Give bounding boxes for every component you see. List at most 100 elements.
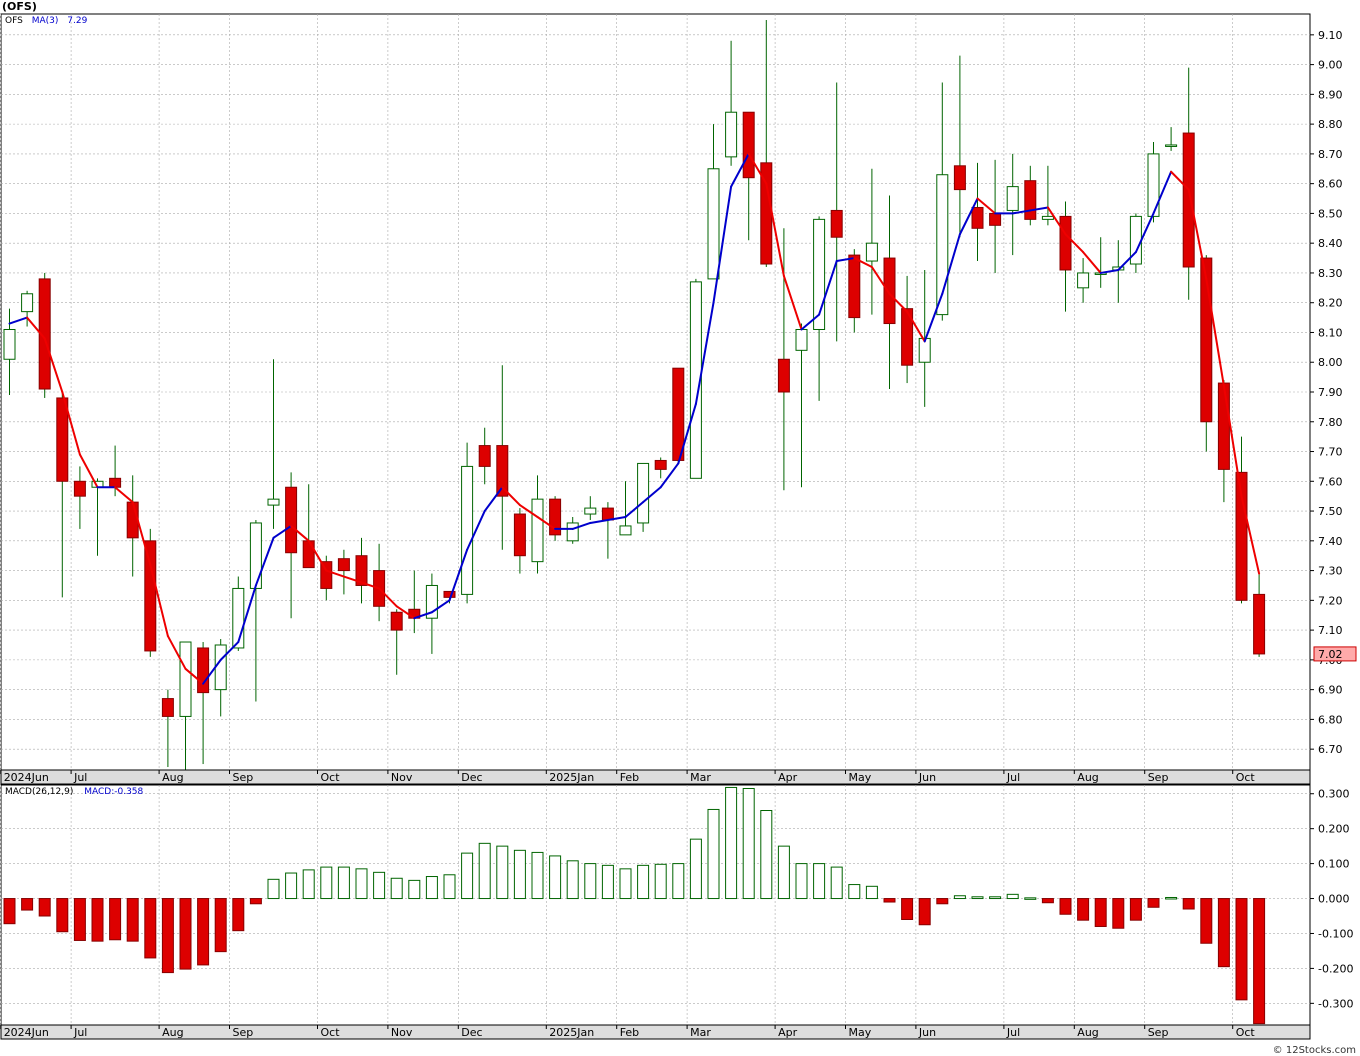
candle-body (461, 465, 474, 595)
price-xtick-label: Nov (391, 771, 413, 784)
macd-bar-negative (109, 898, 122, 941)
macd-xtick-label: Sep (233, 1026, 254, 1039)
price-ytick-label: 7.40 (1318, 535, 1343, 548)
candle-body (566, 522, 579, 542)
candle-body (21, 293, 34, 313)
macd-bar-negative (1235, 898, 1248, 1001)
macd-xtick-label: 2024Jun (4, 1026, 49, 1039)
price-ytick-label: 6.90 (1318, 684, 1343, 697)
candle-body (197, 647, 210, 694)
price-ytick-label: 7.10 (1318, 624, 1343, 637)
price-ytick-label: 8.60 (1318, 178, 1343, 191)
macd-bar-positive (989, 896, 1002, 900)
macd-bar-positive (830, 866, 843, 900)
candle-body (848, 254, 861, 319)
macd-bar-positive (302, 869, 315, 900)
macd-bar-positive (337, 866, 350, 900)
macd-bar-positive (971, 896, 984, 900)
macd-bar-positive (390, 877, 403, 900)
macd-bar-positive (584, 863, 597, 900)
candle-body (865, 242, 878, 262)
price-legend-symbol: OFS (5, 16, 23, 26)
macd-bar-positive (1165, 896, 1178, 900)
price-xtick-label: Apr (778, 771, 798, 784)
price-xtick-label: 2024Jun (4, 771, 49, 784)
price-xtick-label: Mar (690, 771, 711, 784)
candle-body (725, 111, 738, 158)
candle-body (1006, 186, 1019, 211)
price-ytick-label: 7.50 (1318, 505, 1343, 518)
macd-xtick-label: Apr (778, 1026, 798, 1039)
macd-bar-positive (566, 860, 579, 900)
macd-bar-positive (549, 855, 562, 900)
macd-bar-positive (813, 863, 826, 900)
macd-ytick-label: 0.000 (1318, 893, 1350, 906)
candle-body (795, 328, 808, 351)
stock-chart: 6.706.806.907.007.107.207.307.407.507.60… (0, 13, 1357, 1040)
last-price-label: 7.02 (1318, 648, 1343, 661)
macd-bar-positive (513, 849, 526, 900)
candle-body (619, 525, 632, 536)
candle-body (1077, 272, 1090, 289)
macd-xtick-label: Jun (918, 1026, 936, 1039)
macd-bar-positive (496, 845, 509, 900)
macd-bar-negative (1112, 898, 1125, 929)
macd-bar-negative (3, 898, 16, 925)
macd-bar-positive (672, 863, 685, 900)
price-ytick-label: 8.00 (1318, 356, 1343, 369)
macd-legend-value: MACD:-0.358 (84, 787, 144, 797)
price-xtick-label: May (849, 771, 872, 784)
price-xtick-label: Jul (1006, 771, 1020, 784)
macd-bar-negative (197, 898, 210, 966)
macd-xtick-label: Sep (1148, 1026, 1169, 1039)
candle-body (3, 328, 16, 360)
macd-xtick-label: Aug (162, 1026, 183, 1039)
candle-body (144, 540, 157, 652)
price-legend-ma-label: MA(3) (31, 16, 59, 26)
macd-panel: 2024Jun Jul Aug Sep Oct Nov Dec 2025Jan Feb Mar Ap… (0, 784, 1353, 1040)
macd-xtick-label: Jul (73, 1026, 87, 1039)
macd-bar-negative (126, 898, 139, 942)
price-xtick-label: 2025Jan (549, 771, 594, 784)
price-ytick-label: 8.20 (1318, 297, 1343, 310)
macd-bar-positive (760, 810, 773, 900)
macd-bar-negative (1147, 898, 1160, 908)
candle-down (38, 272, 51, 398)
price-ytick-label: 7.80 (1318, 416, 1343, 429)
candle-body (1024, 180, 1037, 220)
macd-bar-negative (1217, 898, 1230, 968)
macd-bar-negative (936, 898, 949, 905)
macd-bar-negative (1253, 898, 1266, 1025)
macd-bar-positive (707, 808, 720, 900)
macd-bar-negative (1059, 898, 1072, 915)
price-legend: OFS MA(3) 7.29 (5, 16, 87, 26)
macd-bar-negative (1094, 898, 1107, 927)
macd-bar-positive (267, 878, 280, 900)
macd-legend: MACD(26,12,9) MACD:-0.358 (5, 787, 143, 797)
macd-bar-negative (1041, 898, 1054, 904)
candle-body (1217, 382, 1230, 470)
candle-body (531, 498, 544, 563)
price-xtick-label: Sep (233, 771, 254, 784)
candle-body (707, 168, 720, 280)
macd-bar-positive (1006, 893, 1019, 900)
candle-body (601, 507, 614, 521)
macd-bar-positive (654, 863, 667, 900)
macd-bar-negative (161, 898, 174, 974)
candle-body (989, 212, 1002, 226)
macd-bar-positive (320, 866, 333, 900)
macd-bar-negative (249, 898, 262, 905)
candle-body (161, 698, 174, 717)
macd-bar-positive (408, 879, 421, 900)
macd-bar-positive (795, 863, 808, 900)
price-ytick-label: 8.80 (1318, 118, 1343, 131)
price-xtick-label: Oct (321, 771, 341, 784)
macd-ytick-label: 0.300 (1318, 788, 1350, 801)
price-ytick-label: 8.70 (1318, 148, 1343, 161)
macd-xtick-label: 2025Jan (549, 1026, 594, 1039)
price-xtick-label: Oct (1236, 771, 1256, 784)
candle-body (337, 558, 350, 572)
macd-bar-positive (355, 868, 368, 900)
candle-body (1165, 144, 1178, 147)
price-xtick-label: Dec (461, 771, 482, 784)
